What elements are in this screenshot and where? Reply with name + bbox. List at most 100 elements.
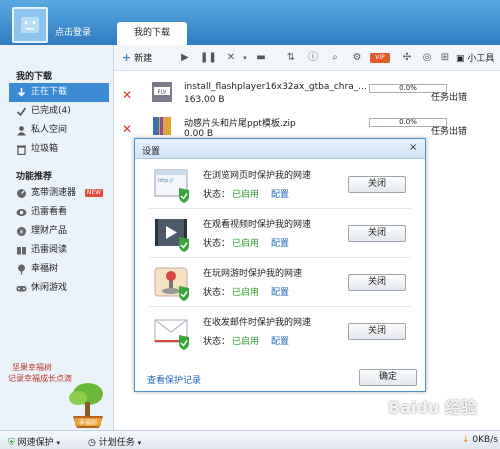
sidebar-item-games[interactable]: 休闲游戏 <box>9 279 109 298</box>
speedometer-icon <box>17 189 26 198</box>
status-label: 状态： <box>203 337 231 347</box>
sidebar-item-trash[interactable]: 垃圾箱 <box>9 140 109 159</box>
mail-shield-icon <box>154 319 189 350</box>
sidebar: 我的下载 正在下载 已完成(4) 私人空间 垃圾箱 功能推荐 宽带测速器 NEW… <box>0 45 114 430</box>
sidebar-item-speedtest[interactable]: 宽带测速器 NEW <box>9 184 109 203</box>
chevron-down-icon[interactable]: ▾ <box>238 51 252 65</box>
zip-file-icon <box>153 117 171 135</box>
search-icon[interactable]: ⌕ <box>328 51 342 65</box>
config-link[interactable]: 配置 <box>271 239 289 249</box>
globe-icon[interactable]: ◎ <box>420 51 434 65</box>
sidebar-item-downloading[interactable]: 正在下载 <box>9 83 109 102</box>
sidebar-item-label: 正在下载 <box>31 87 68 97</box>
speed-readout: ↓ 0KB/s <box>462 435 498 445</box>
sidebar-item-label: 已完成(4) <box>31 106 71 116</box>
sidebar-section-features: 功能推荐 <box>16 172 53 182</box>
disable-button[interactable]: 关闭 <box>348 225 406 242</box>
task-name: 动感片头和片尾ppt模板.zip <box>184 119 296 129</box>
disable-button[interactable]: 关闭 <box>348 323 406 340</box>
protect-text: 在收发邮件时保护我的网速 <box>203 318 312 328</box>
close-icon[interactable]: × <box>409 142 417 153</box>
status-label: 状态： <box>203 190 231 200</box>
svg-text:¥: ¥ <box>20 229 24 236</box>
config-link[interactable]: 配置 <box>271 288 289 298</box>
config-link[interactable]: 配置 <box>271 190 289 200</box>
history-link[interactable]: 查看保护记录 <box>147 373 201 386</box>
chevron-down-icon: ▾ <box>137 439 142 447</box>
coin-icon: ¥ <box>17 227 26 236</box>
toolbox-icon: ▣ <box>456 54 465 64</box>
sidebar-item-completed[interactable]: 已完成(4) <box>9 102 109 121</box>
book-icon <box>17 247 26 255</box>
sort-icon[interactable]: ⇅ <box>284 51 298 65</box>
schedule-button[interactable]: ◷ 计划任务 ▾ <box>88 435 141 448</box>
task-size: 163.00 B <box>184 95 225 105</box>
promo-label: 幸福树 <box>79 419 97 427</box>
dialog-titlebar: 设置 × <box>135 139 425 159</box>
new-task-button[interactable]: + 新建 <box>122 51 152 64</box>
watermark: Baidu 经验 <box>388 398 477 417</box>
task-status: 任务出错 <box>431 93 468 103</box>
url-hint: http:// <box>158 178 174 184</box>
folder-icon[interactable]: ▬ <box>254 51 268 65</box>
protect-row-game: 在玩网游时保护我的网速 状态： 已启用 配置 关闭 <box>149 261 411 307</box>
disable-button[interactable]: 关闭 <box>348 274 406 291</box>
ok-button[interactable]: 确定 <box>359 369 417 386</box>
status-label: 状态： <box>203 288 231 298</box>
sidebar-item-label: 宽带测速器 <box>31 188 77 198</box>
gamepad-icon <box>16 286 27 292</box>
happy-tree-promo[interactable]: 坚果幸福树 记录幸福成长点滴 幸福树 <box>8 360 108 430</box>
protect-row-video: 在观看视频时保护我的网速 状态： 已启用 配置 关闭 <box>149 212 411 258</box>
speed-protect-label: 网速保护 <box>17 438 54 448</box>
tools-button[interactable]: ▣ 小工具 <box>456 51 494 64</box>
sidebar-item-label: 幸福树 <box>31 264 59 274</box>
login-link[interactable]: 点击登录 <box>55 25 91 38</box>
protect-status: 状态： 已启用 配置 <box>203 236 289 249</box>
disable-button[interactable]: 关闭 <box>348 176 406 193</box>
plus-icon: + <box>122 51 132 64</box>
info-icon[interactable]: ⓘ <box>306 51 320 65</box>
user-icon <box>17 126 26 136</box>
sidebar-item-label: 迅雷看看 <box>31 207 68 217</box>
sidebar-item-reading[interactable]: 迅雷阅读 <box>9 241 109 260</box>
protect-text: 在观看视频时保护我的网速 <box>203 220 312 230</box>
config-link[interactable]: 配置 <box>271 337 289 347</box>
app-window: 点击登录 我的下载 我的下载 正在下载 已完成(4) 私人空间 垃圾箱 功能推荐… <box>0 0 500 449</box>
tab-my-downloads[interactable]: 我的下载 <box>117 22 187 45</box>
avatar[interactable] <box>12 7 48 43</box>
pause-icon[interactable]: ❚❚ <box>200 51 217 65</box>
download-arrow-icon <box>17 88 26 97</box>
sidebar-item-private[interactable]: 私人空间 <box>9 121 109 140</box>
sidebar-item-happy-tree[interactable]: 幸福树 <box>9 260 109 279</box>
network-icon[interactable]: ✣ <box>400 51 414 65</box>
sidebar-item-xunlei-kankan[interactable]: 迅雷看看 <box>9 203 109 222</box>
gamepad-toolbar-icon[interactable]: ⊞ <box>438 51 452 65</box>
sidebar-item-label: 垃圾箱 <box>31 144 59 154</box>
new-task-label: 新建 <box>134 54 153 64</box>
flash-file-icon: FLV <box>152 82 172 102</box>
dialog-title: 设置 <box>142 147 161 157</box>
status-value: 已启用 <box>232 337 260 347</box>
download-speed-icon: ↓ <box>462 435 470 445</box>
sidebar-item-finance[interactable]: ¥ 理财产品 <box>9 222 109 241</box>
play-icon[interactable]: ▶ <box>178 51 192 65</box>
protect-status: 状态： 已启用 配置 <box>203 334 289 347</box>
status-bar: ⛨ 网速保护 ▾ ◷ 计划任务 ▾ ↓ 0KB/s <box>0 430 500 449</box>
speed-protect-button[interactable]: ⛨ 网速保护 ▾ <box>8 435 60 448</box>
eye-icon <box>16 209 27 216</box>
error-x-icon: ✕ <box>122 122 133 136</box>
promo-line-2: 记录幸福成长点滴 <box>8 373 72 383</box>
protect-status: 状态： 已启用 配置 <box>203 285 289 298</box>
vip-icon[interactable]: VIP <box>370 53 390 63</box>
gear-icon[interactable]: ⚙ <box>350 51 364 65</box>
clock-icon: ◷ <box>88 438 96 448</box>
face-icon <box>21 17 39 33</box>
status-value: 已启用 <box>232 239 260 249</box>
shield-icon: ⛨ <box>8 438 15 448</box>
protect-row-mail: 在收发邮件时保护我的网速 状态： 已启用 配置 关闭 <box>149 310 411 356</box>
task-status: 任务出错 <box>431 127 468 137</box>
task-row[interactable]: ✕ FLV install_flashplayer16x32ax_gtba_ch… <box>114 76 500 110</box>
delete-icon[interactable]: ✕ <box>224 51 238 65</box>
protect-row-browse: http:// 在浏览网页时保护我的网速 状态： 已启用 配置 关闭 <box>149 163 411 209</box>
status-value: 已启用 <box>232 190 260 200</box>
